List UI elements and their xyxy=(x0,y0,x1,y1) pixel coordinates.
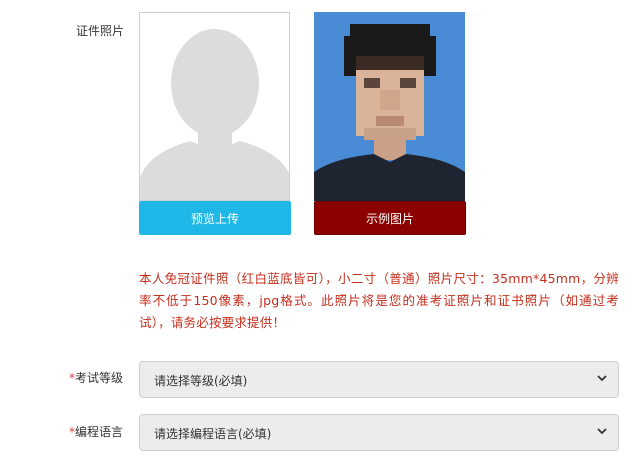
exam-level-selected-value: 请选择等级(必填) xyxy=(154,374,248,388)
language-selected-value: 请选择编程语言(必填) xyxy=(154,427,272,441)
sample-photo xyxy=(314,12,465,201)
sample-image-button[interactable]: 示例图片 xyxy=(314,201,466,235)
exam-level-label-text: 考试等级 xyxy=(75,371,124,385)
exam-level-select[interactable]: 请选择等级(必填) xyxy=(139,361,619,398)
photo-preview xyxy=(139,12,290,201)
photo-field-label: 证件照片 xyxy=(76,24,125,38)
chevron-down-icon xyxy=(597,375,607,382)
language-label-text: 编程语言 xyxy=(75,425,124,439)
exam-level-label: *考试等级 xyxy=(69,369,123,386)
photo-requirements-note: 本人免冠证件照（红白蓝底皆可），小二寸（普通）照片尺寸：35mm*45mm，分辨… xyxy=(139,271,619,330)
chevron-down-icon xyxy=(597,428,607,435)
language-label: *编程语言 xyxy=(69,423,123,440)
sample-portrait-image xyxy=(314,12,465,201)
language-select[interactable]: 请选择编程语言(必填) xyxy=(139,414,619,451)
preview-upload-button[interactable]: 预览上传 xyxy=(139,201,291,235)
person-silhouette-icon xyxy=(140,13,289,200)
